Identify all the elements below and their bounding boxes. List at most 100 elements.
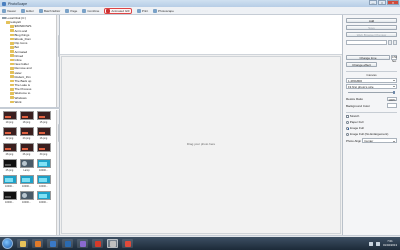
web-preview-button[interactable]: Web Browser Preview <box>346 32 397 37</box>
clock[interactable]: 7:01 01/02/2013 <box>383 240 397 247</box>
frame-field[interactable] <box>346 40 387 45</box>
thumbnail[interactable]: 15.png <box>36 111 51 126</box>
system-tray: 7:01 01/02/2013 <box>369 237 397 250</box>
photoscape-icon <box>109 240 116 247</box>
background-color-swatch[interactable] <box>387 103 397 108</box>
image-full-radio[interactable] <box>346 126 349 130</box>
combine-icon <box>82 8 87 13</box>
folder-icon <box>10 41 14 45</box>
stretch-checkbox[interactable] <box>346 114 349 118</box>
toolbar-viewer-button[interactable]: Viewer <box>2 8 16 13</box>
toolbar-label: Editor <box>26 8 34 13</box>
folder-tree-scrollbar[interactable] <box>56 15 60 107</box>
minimize-button[interactable]: — <box>369 0 377 5</box>
toolbar-print-button[interactable]: Print <box>136 8 149 13</box>
folder-tree[interactable]: Local Disk (C:) ieskyaC $WINDOWS Anim and Bl… <box>0 15 60 107</box>
thumbnail-scrollbar[interactable] <box>56 110 60 235</box>
thumbnail-image <box>19 191 34 200</box>
save-button[interactable]: Save <box>346 25 397 30</box>
volume-icon[interactable] <box>376 241 380 246</box>
network-icon[interactable] <box>369 241 373 246</box>
toolbar-gif-button[interactable]: Animated GIF <box>104 7 132 14</box>
taskbar-apps <box>13 239 133 248</box>
scrollbar-thumb[interactable] <box>57 124 60 142</box>
thumbnail[interactable]: 10000... <box>19 175 34 190</box>
maximize-button[interactable]: □ <box>378 0 386 5</box>
thumbnail-image <box>36 127 51 136</box>
add-button[interactable]: Add <box>346 18 397 23</box>
folder-icon <box>10 79 14 83</box>
preview-canvas[interactable]: Drag your photo here <box>61 56 341 234</box>
thumbnail[interactable]: 23.png <box>19 127 34 142</box>
start-button[interactable] <box>2 238 13 249</box>
thumbnail[interactable]: Lamp <box>19 159 34 174</box>
stretch-option[interactable]: Stretch <box>346 114 397 118</box>
chevron-down-icon <box>393 86 395 88</box>
canvas-size-dropdown[interactable]: 1,280x800 <box>346 77 397 83</box>
thumbnail[interactable]: 16.png <box>36 127 51 142</box>
thumbnail[interactable]: 19.png <box>2 111 17 126</box>
thumbnail[interactable]: 28.png <box>2 143 17 158</box>
taskbar-firefox-button[interactable] <box>32 239 43 248</box>
thumbnail-image <box>2 127 17 136</box>
thumbnail-label: 18.png <box>22 121 31 124</box>
taskbar-media-button[interactable] <box>47 239 58 248</box>
taskbar-photoshop-button[interactable] <box>62 239 73 248</box>
taskbar-app-button[interactable] <box>77 239 88 248</box>
toolbar-label: Print <box>141 8 149 13</box>
thumbnail[interactable]: 10000... <box>36 175 51 190</box>
image-full-no-enlarge-radio[interactable] <box>346 132 349 136</box>
thumbnail[interactable]: 10000... <box>2 191 17 206</box>
folder-icon <box>10 96 14 99</box>
tree-item[interactable]: Work <box>0 100 60 104</box>
thumbnail[interactable]: 30.png <box>36 143 51 158</box>
thumbnail[interactable]: 10000... <box>36 159 51 174</box>
thumbnail[interactable]: 10000... <box>19 191 34 206</box>
toolbar-batch-editor-button[interactable]: Batch Editor <box>38 8 61 13</box>
next-frame-button[interactable] <box>393 40 397 45</box>
thumbnail[interactable]: 10000... <box>36 191 51 206</box>
fit-option-dropdown[interactable]: Fit first photo's size <box>346 83 397 89</box>
stretch-label: Stretch <box>349 114 360 119</box>
change-effect-button[interactable]: Change effect <box>346 61 377 67</box>
toolbar-editor-button[interactable]: Editor <box>21 8 34 13</box>
toolbar-page-button[interactable]: Page <box>65 8 77 13</box>
image-full-no-enlarge-option[interactable]: Image Full (No Enlargement) <box>346 132 397 136</box>
taskbar-photoscape-button[interactable] <box>107 239 118 248</box>
paper-full-radio[interactable] <box>346 120 349 124</box>
photo-align-dropdown[interactable]: Center <box>362 138 397 144</box>
close-button[interactable]: ✕ <box>387 0 399 5</box>
paper-full-option[interactable]: Paper Full <box>346 120 397 124</box>
thumbnail[interactable]: 26.png <box>19 143 34 158</box>
frame-strip[interactable] <box>60 15 342 55</box>
change-time-button[interactable]: Change time <box>346 54 390 60</box>
change-time-value[interactable]: 0.50 Sec <box>391 54 397 63</box>
thumbnail[interactable]: 18.png <box>19 111 34 126</box>
thumbnail[interactable]: 10000... <box>2 175 17 190</box>
taskbar-explorer-button[interactable] <box>17 239 28 248</box>
thumbnail[interactable]: 25.png <box>2 159 17 174</box>
toolbar-combine-button[interactable]: Combine <box>82 8 99 13</box>
editor-icon <box>21 8 26 13</box>
thumbnail[interactable]: 12.png <box>2 127 17 142</box>
background-color-row: Background Color <box>346 103 397 108</box>
thumbnail-image <box>19 159 34 168</box>
chrome-icon <box>124 240 131 247</box>
frame-nav-row <box>346 40 397 45</box>
gif-icon <box>106 8 111 13</box>
resize-ratio-field[interactable]: 100% <box>387 96 397 102</box>
folder-icon <box>10 33 14 37</box>
taskbar-antivirus-button[interactable] <box>92 239 103 248</box>
thumbnail-label: 12.png <box>5 137 14 140</box>
panel-splitter[interactable] <box>0 107 60 109</box>
prev-frame-button[interactable] <box>388 40 392 45</box>
toolbar-label: Batch Editor <box>43 8 61 13</box>
toolbar-photoscape-button[interactable]: Photoscape <box>153 8 174 13</box>
taskbar-chrome-button[interactable] <box>122 239 133 248</box>
image-full-option[interactable]: Image Full <box>346 126 397 130</box>
resize-slider[interactable] <box>346 91 397 95</box>
fit-option-value: Fit first photo's size <box>348 84 374 89</box>
toolbar-label: Animated GIF <box>111 8 130 13</box>
slider-knob[interactable] <box>393 91 395 95</box>
thumbnail-image <box>19 127 34 136</box>
